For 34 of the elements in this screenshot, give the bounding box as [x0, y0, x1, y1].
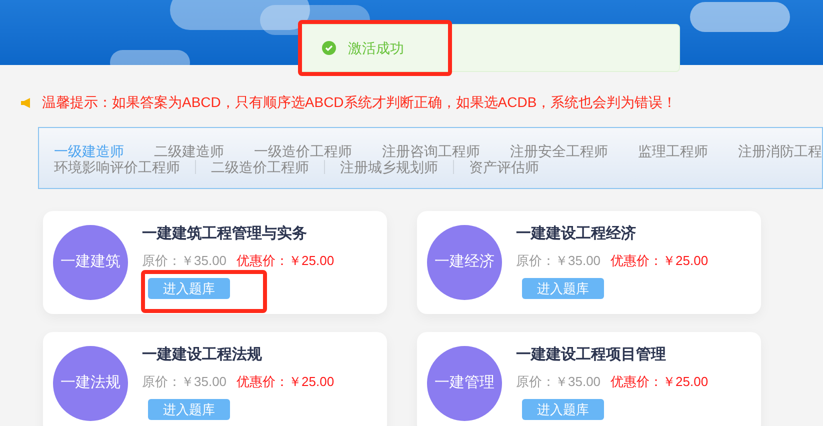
- category-link[interactable]: 一级建造师: [54, 143, 124, 159]
- sale-price: 优惠价：￥25.00: [610, 374, 708, 390]
- enter-question-bank-button[interactable]: 进入题库: [148, 278, 230, 299]
- category-link[interactable]: 监理工程师: [638, 143, 708, 159]
- original-price: 原价：￥35.00: [516, 374, 601, 390]
- course-title: 一建建筑工程管理与实务: [142, 225, 307, 243]
- category-link[interactable]: 二级建造师: [154, 143, 224, 159]
- original-price: 原价：￥35.00: [142, 374, 227, 390]
- category-link[interactable]: 注册安全工程师: [510, 143, 608, 159]
- category-link[interactable]: 注册咨询工程师: [382, 143, 480, 159]
- enter-question-bank-button[interactable]: 进入题库: [522, 278, 604, 299]
- category-link[interactable]: 二级造价工程师: [211, 159, 309, 175]
- course-badge: 一建法规: [53, 346, 128, 421]
- course-title: 一建建设工程经济: [516, 225, 636, 243]
- enter-question-bank-button[interactable]: 进入题库: [522, 399, 604, 420]
- original-price: 原价：￥35.00: [142, 253, 227, 269]
- sale-price: 优惠价：￥25.00: [236, 253, 334, 269]
- category-link[interactable]: 环境影响评价工程师: [54, 159, 180, 175]
- notice-text: 温馨提示：如果答案为ABCD，只有顺序选ABCD系统才判断正确，如果选ACDB，系统也会判为错误！: [42, 93, 677, 112]
- course-title: 一建建设工程法规: [142, 346, 262, 364]
- course-title: 一建建设工程项目管理: [516, 346, 666, 364]
- category-link[interactable]: 一级造价工程师: [254, 143, 352, 159]
- sale-price: 优惠价：￥25.00: [236, 374, 334, 390]
- course-badge: 一建管理: [427, 346, 502, 421]
- enter-question-bank-button[interactable]: 进入题库: [148, 399, 230, 420]
- original-price: 原价：￥35.00: [516, 253, 601, 269]
- category-link[interactable]: 注册消防工程: [738, 143, 822, 159]
- category-link[interactable]: 注册城乡规划师: [340, 159, 438, 175]
- check-circle-icon: [322, 41, 336, 55]
- course-badge: 一建经济: [427, 225, 502, 300]
- category-link[interactable]: 资产评估师: [469, 159, 539, 175]
- course-badge: 一建建筑: [53, 225, 128, 300]
- toast-message: 激活成功: [348, 38, 404, 58]
- sale-price: 优惠价：￥25.00: [610, 253, 708, 269]
